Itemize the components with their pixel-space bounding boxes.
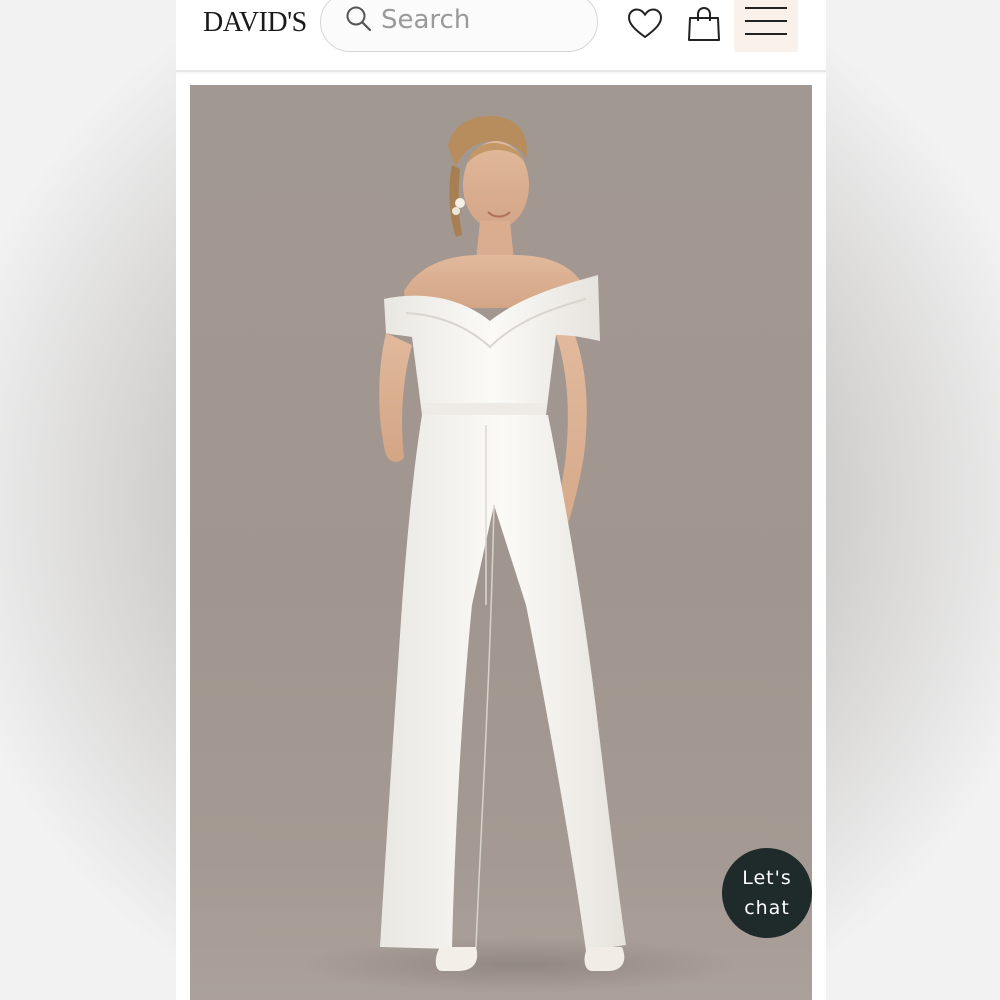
model-figure-image bbox=[300, 116, 740, 993]
chat-label: Let's chat bbox=[742, 867, 792, 919]
shopping-bag-icon[interactable] bbox=[684, 4, 724, 44]
search-bar[interactable] bbox=[320, 0, 598, 52]
product-hero-image[interactable] bbox=[190, 85, 812, 1000]
mobile-page: DAVID'S Search Let's chat bbox=[176, 0, 826, 1000]
search-icon bbox=[346, 6, 372, 32]
menu-button[interactable] bbox=[734, 0, 798, 52]
site-header: DAVID'S bbox=[176, 0, 826, 72]
lets-chat-button[interactable]: Let's chat bbox=[722, 848, 812, 938]
heart-icon[interactable] bbox=[625, 4, 665, 44]
brand-logo[interactable]: DAVID'S bbox=[203, 8, 307, 38]
search-input[interactable] bbox=[381, 5, 581, 35]
